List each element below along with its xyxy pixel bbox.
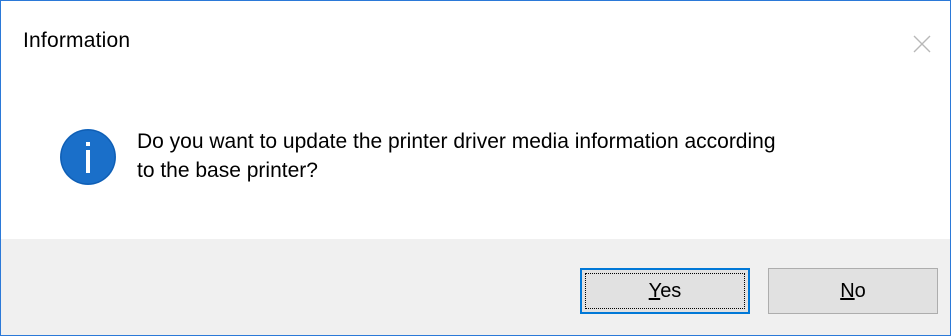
yes-accelerator: Y bbox=[648, 279, 661, 302]
no-button[interactable]: No bbox=[768, 268, 938, 314]
message-line-2: to the base printer? bbox=[137, 159, 318, 182]
information-dialog: Information Do you want to update the pr… bbox=[0, 0, 951, 336]
no-accelerator: N bbox=[840, 279, 855, 302]
close-icon bbox=[913, 35, 931, 53]
dialog-message: Do you want to update the printer driver… bbox=[137, 127, 897, 185]
title-bar: Information bbox=[1, 1, 950, 87]
no-button-label: No bbox=[840, 280, 866, 303]
button-bar: Yes No bbox=[1, 239, 950, 335]
yes-label-rest: es bbox=[660, 279, 682, 302]
dialog-content: Do you want to update the printer driver… bbox=[1, 87, 950, 239]
message-line-1: Do you want to update the printer driver… bbox=[137, 130, 776, 153]
dialog-title: Information bbox=[23, 29, 131, 52]
info-icon bbox=[60, 129, 116, 185]
close-button[interactable] bbox=[894, 1, 950, 87]
yes-button-label: Yes bbox=[649, 280, 682, 303]
no-label-rest: o bbox=[854, 279, 866, 302]
yes-button[interactable]: Yes bbox=[580, 268, 750, 314]
